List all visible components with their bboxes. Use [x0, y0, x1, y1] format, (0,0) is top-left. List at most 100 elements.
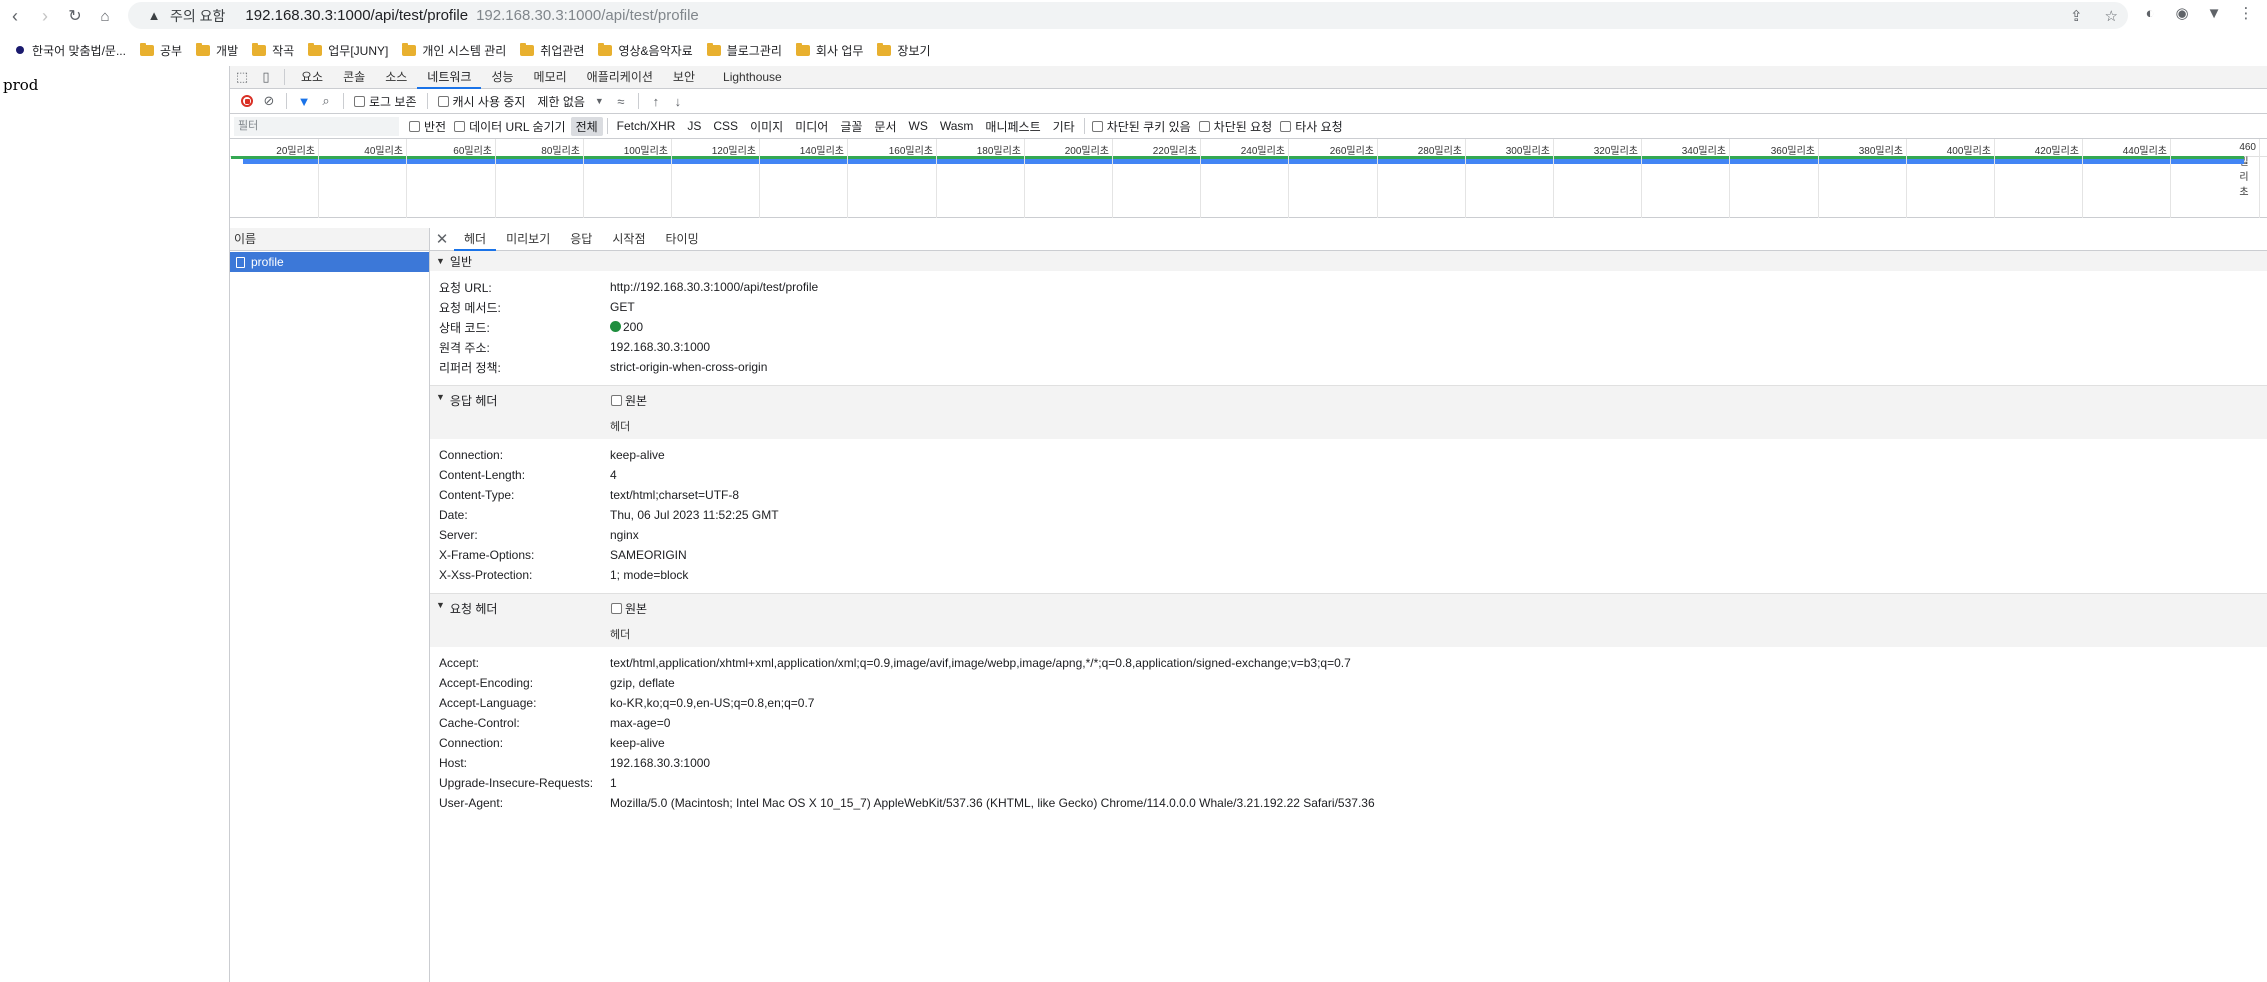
detail-tab-bar: ✕ 헤더 미리보기 응답 시작점 타이밍 [430, 228, 2267, 251]
filter-type-img[interactable]: 이미지 [745, 117, 788, 136]
reload-icon[interactable]: ↻ [60, 2, 90, 30]
name-column-header[interactable]: 이름 [230, 228, 429, 251]
bookmark-folder[interactable]: 취업관련 [520, 42, 584, 59]
timeline-tick-label: 60밀리초 [453, 146, 492, 157]
filter-type-font[interactable]: 글꼴 [835, 117, 867, 136]
tab-console[interactable]: 콘솔 [333, 66, 375, 89]
throttling-select[interactable]: 제한 없음 ▼ [537, 93, 603, 110]
tab-timing[interactable]: 타이밍 [655, 228, 708, 251]
security-label[interactable]: 주의 요함 [170, 6, 225, 26]
import-har-icon[interactable]: ↑ [645, 94, 667, 109]
device-toolbar-icon[interactable]: ▯ [254, 66, 278, 89]
blocked-requests-checkbox[interactable]: 차단된 요청 [1198, 118, 1272, 135]
filter-type-other[interactable]: 기타 [1048, 117, 1080, 136]
tab-sources[interactable]: 소스 [375, 66, 417, 89]
bookmark-item[interactable]: 한국어 맞춤법/문... [16, 42, 126, 59]
home-icon[interactable]: ⌂ [90, 2, 120, 30]
bookmark-folder[interactable]: 개인 시스템 관리 [402, 42, 506, 59]
filter-type-doc[interactable]: 문서 [869, 117, 901, 136]
inspect-element-icon[interactable]: ⬚ [230, 66, 254, 89]
triangle-down-icon: ▼ [436, 600, 445, 610]
tab-network[interactable]: 네트워크 [417, 66, 482, 89]
url-text[interactable]: 192.168.30.3:1000/api/test/profile [245, 7, 468, 24]
search-icon[interactable]: ⌕ [315, 93, 337, 109]
request-list: 이름 profile [230, 228, 430, 982]
hide-data-urls-checkbox[interactable]: 데이터 URL 숨기기 [454, 118, 566, 135]
tab-performance[interactable]: 성능 [481, 66, 523, 89]
kv-row: Cache-Control: max-age=0 [439, 716, 671, 730]
filter-type-fetch-xhr[interactable]: Fetch/XHR [612, 118, 681, 134]
tab-memory[interactable]: 메모리 [524, 66, 577, 89]
folder-icon [139, 42, 154, 56]
share-icon[interactable]: ⇪ [2070, 7, 2083, 25]
third-party-checkbox[interactable]: 타사 요청 [1280, 118, 1343, 135]
timeline-gridline [406, 139, 407, 218]
request-headers-section: Accept: text/html,application/xhtml+xml,a… [430, 647, 2267, 821]
timeline-gridline [583, 139, 584, 218]
close-icon[interactable]: ✕ [430, 230, 454, 248]
extension-mouse-icon[interactable]: ◉ [2172, 4, 2192, 22]
timeline-gridline [1200, 139, 1201, 218]
request-raw-checkbox[interactable]: 원본 [611, 600, 647, 617]
kv-row: User-Agent: Mozilla/5.0 (Macintosh; Intel… [439, 796, 1375, 810]
record-icon[interactable] [236, 95, 258, 107]
blocked-cookies-checkbox[interactable]: 차단된 쿠키 있음 [1091, 118, 1191, 135]
browser-toolbar: ‹ › ↻ ⌂ ▲ 주의 요함 192.168.30.3:1000/api/te… [0, 0, 2267, 32]
filter-type-manifest[interactable]: 매니페스트 [980, 117, 1045, 136]
timeline-tick-label: 260밀리초 [1329, 146, 1374, 157]
disable-cache-checkbox[interactable]: 캐시 사용 중지 [437, 93, 525, 110]
preserve-log-checkbox[interactable]: 로그 보존 [354, 93, 417, 110]
filter-type-js[interactable]: JS [682, 118, 706, 134]
tab-initiator[interactable]: 시작점 [602, 228, 655, 251]
tab-application[interactable]: 애플리케이션 [577, 66, 663, 89]
filter-type-ws[interactable]: WS [904, 118, 933, 134]
extension-compass-icon[interactable]: ◐ [2140, 5, 2160, 22]
menu-icon[interactable]: ⋮ [2236, 4, 2256, 22]
back-icon[interactable]: ‹ [0, 2, 30, 30]
bookmark-folder[interactable]: 회사 업무 [795, 42, 863, 59]
bookmark-folder[interactable]: 블로그관리 [706, 42, 782, 59]
tab-lighthouse[interactable]: Lighthouse [713, 66, 792, 89]
bookmark-folder[interactable]: 작곡 [252, 42, 294, 59]
request-row[interactable]: profile [230, 252, 429, 272]
timeline-tick-label: 140밀리초 [799, 146, 844, 157]
bookmark-folder[interactable]: 영상&음악자료 [598, 42, 693, 59]
invert-checkbox[interactable]: 반전 [409, 118, 446, 135]
tab-elements[interactable]: 요소 [291, 66, 333, 89]
network-bottom: 이름 profile ✕ 헤더 미리보기 응답 시작점 타이밍 ▼ 일반 요청 … [230, 228, 2267, 982]
bookmark-folder[interactable]: 업무[JUNY] [308, 42, 388, 59]
export-har-icon[interactable]: ↓ [667, 94, 689, 109]
extension-vue-icon[interactable]: ▼ [2204, 5, 2224, 22]
network-conditions-icon[interactable]: ≈ [610, 94, 632, 109]
tab-security[interactable]: 보안 [663, 66, 705, 89]
filter-type-all[interactable]: 전체 [570, 116, 603, 136]
response-headers-section-header[interactable]: ▼ 응답 헤더 원본 헤더 [430, 385, 2267, 439]
bookmark-star-icon[interactable]: ☆ [2105, 7, 2118, 25]
forward-icon[interactable]: › [30, 2, 60, 30]
filter-icon[interactable]: ▼ [293, 94, 315, 109]
warning-icon[interactable]: ▲ [146, 8, 162, 24]
tab-response[interactable]: 응답 [560, 228, 602, 251]
request-headers-section-header[interactable]: ▼ 요청 헤더 원본 헤더 [430, 593, 2267, 647]
kv-row: Content-Type: text/html;charset=UTF-8 [439, 488, 740, 502]
filter-type-wasm[interactable]: Wasm [935, 118, 979, 134]
kv-row: Accept-Language: ko-KR,ko;q=0.9,en-US;q=0… [439, 696, 815, 710]
timeline-overview[interactable]: 20밀리초 40밀리초 60밀리초 80밀리초 100밀리초 120밀리초 140밀리초 16… [230, 139, 2267, 218]
filter-type-media[interactable]: 미디어 [790, 117, 833, 136]
filter-type-css[interactable]: CSS [708, 118, 743, 134]
filter-input[interactable]: 필터 [234, 116, 399, 136]
bookmark-folder[interactable]: 공부 [139, 42, 182, 59]
timeline-gridline [2170, 139, 2171, 218]
clear-icon[interactable]: ⊘ [258, 93, 280, 109]
bookmark-folder[interactable]: 장보기 [877, 42, 931, 59]
tab-preview[interactable]: 미리보기 [496, 228, 560, 251]
timeline-gridline [1377, 139, 1378, 218]
bookmark-folder[interactable]: 개발 [196, 42, 238, 59]
response-raw-checkbox[interactable]: 원본 [611, 392, 647, 409]
address-bar[interactable]: ▲ 주의 요함 192.168.30.3:1000/api/test/profi… [128, 2, 2128, 29]
tab-headers[interactable]: 헤더 [454, 228, 497, 251]
status-ok-icon [610, 321, 621, 332]
general-section-header[interactable]: ▼ 일반 [430, 251, 2267, 271]
document-icon [236, 256, 245, 268]
devtools-tab-bar: ⬚ ▯ 요소 콘솔 소스 네트워크 성능 메모리 애플리케이션 보안 Light… [230, 66, 2267, 89]
